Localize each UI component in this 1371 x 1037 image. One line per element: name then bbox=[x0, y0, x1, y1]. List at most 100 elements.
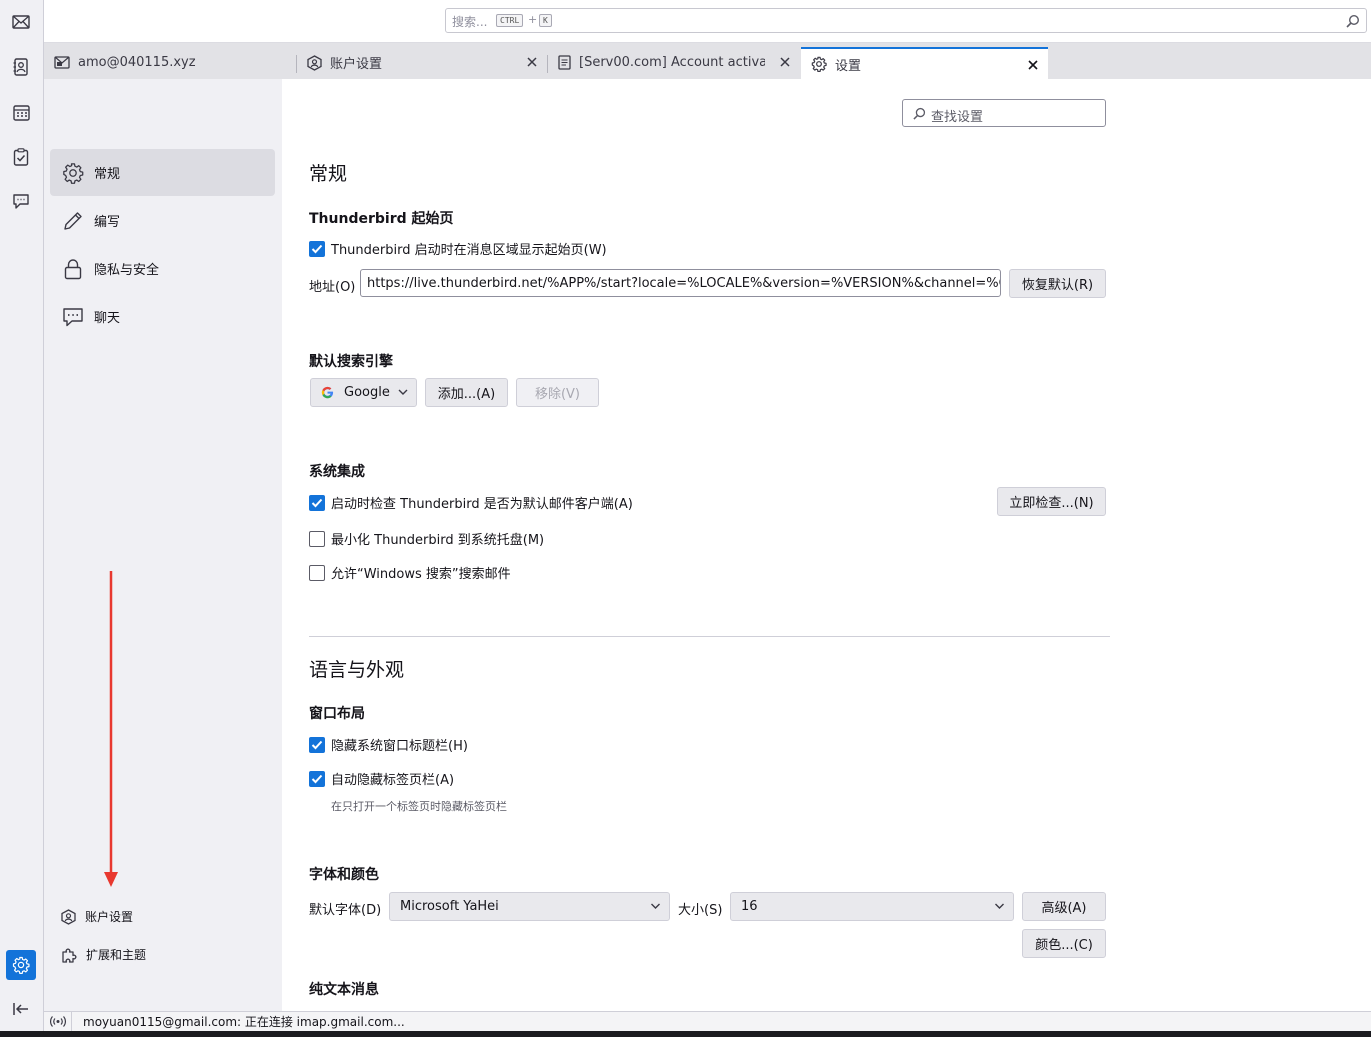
global-search-input[interactable]: 搜索... CTRL + K bbox=[445, 8, 1367, 33]
checkbox-label: Thunderbird 启动时在消息区域显示起始页(W) bbox=[331, 243, 607, 258]
annotation-arrow bbox=[104, 571, 118, 887]
checkbox-label: 自动隐藏标签页栏(A) bbox=[331, 773, 455, 788]
close-icon[interactable] bbox=[1026, 58, 1040, 72]
checkmark-icon bbox=[309, 240, 325, 257]
advanced-fonts-button[interactable]: 高级(A) bbox=[1022, 892, 1106, 921]
search-icon bbox=[913, 107, 926, 120]
account-settings-link[interactable]: 账户设置 bbox=[61, 908, 133, 925]
category-label: 隐私与安全 bbox=[94, 263, 160, 278]
tab-label: [Serv00.com] Account activation bbox=[579, 55, 765, 70]
tab-label: 账户设置 bbox=[330, 57, 383, 72]
shortcut-ctrl-key: CTRL bbox=[496, 14, 524, 27]
shortcut-k-key: K bbox=[539, 14, 552, 27]
autohide-description: 在只打开一个标签页时隐藏标签页栏 bbox=[331, 800, 507, 813]
mail-space-icon[interactable] bbox=[8, 9, 34, 35]
windows-search-checkbox[interactable]: 允许“Windows 搜索”搜索邮件 bbox=[309, 563, 511, 582]
checkbox-label: 最小化 Thunderbird 到系统托盘(M) bbox=[331, 533, 545, 548]
tasks-icon[interactable] bbox=[8, 144, 34, 170]
font-size-label: 大小(S) bbox=[678, 903, 723, 918]
shortcut-plus: + bbox=[528, 13, 538, 26]
default-font-select[interactable]: Microsoft YaHei bbox=[389, 892, 670, 921]
spaces-toolbar bbox=[0, 0, 44, 1031]
tab-account-settings[interactable]: 账户设置 bbox=[297, 46, 547, 79]
collapse-toolbar-icon[interactable] bbox=[8, 996, 34, 1022]
settings-space-icon[interactable] bbox=[6, 950, 36, 980]
autohide-tabbar-checkbox[interactable]: 自动隐藏标签页栏(A) bbox=[309, 769, 454, 788]
account-settings-icon bbox=[307, 54, 322, 71]
checkmark-icon bbox=[309, 736, 325, 753]
search-engine-select[interactable]: Google bbox=[310, 378, 417, 407]
addons-themes-label: 扩展和主题 bbox=[86, 948, 147, 962]
checkmark-icon bbox=[309, 770, 325, 787]
chevron-down-icon bbox=[650, 902, 661, 910]
checkbox-box bbox=[309, 530, 325, 547]
gear-icon bbox=[62, 162, 84, 184]
lock-icon bbox=[62, 258, 84, 280]
startpage-address-input[interactable]: https://live.thunderbird.net/%APP%/start… bbox=[360, 269, 1001, 297]
search-placeholder: 搜索... bbox=[452, 15, 488, 29]
close-icon[interactable] bbox=[778, 55, 792, 69]
gear-icon bbox=[811, 56, 827, 72]
category-label: 编写 bbox=[94, 215, 121, 230]
category-chat[interactable]: 聊天 bbox=[50, 293, 275, 340]
chat-icon bbox=[62, 306, 84, 328]
taskbar-edge bbox=[0, 1031, 1371, 1037]
section-divider bbox=[309, 636, 1110, 637]
tab-mail-folder[interactable]: amo@040115.xyz bbox=[44, 46, 296, 79]
chevron-down-icon bbox=[994, 902, 1005, 910]
settings-category-list: 常规 编写 隐私与安全 聊天 账户设置 扩展和主题 bbox=[44, 79, 282, 1011]
tab-settings[interactable]: 设置 bbox=[801, 47, 1048, 79]
check-default-client-checkbox[interactable]: 启动时检查 Thunderbird 是否为默认邮件客户端(A) bbox=[309, 493, 633, 512]
calendar-icon[interactable] bbox=[8, 99, 34, 125]
addons-themes-link[interactable]: 扩展和主题 bbox=[61, 946, 146, 963]
tab-message[interactable]: [Serv00.com] Account activation bbox=[548, 46, 800, 79]
account-settings-label: 账户设置 bbox=[85, 910, 134, 924]
default-font-label: 默认字体(D) bbox=[309, 903, 382, 918]
category-privacy[interactable]: 隐私与安全 bbox=[50, 245, 275, 292]
chat-space-icon[interactable] bbox=[8, 188, 34, 214]
chevron-down-icon bbox=[398, 388, 408, 396]
close-icon[interactable] bbox=[525, 55, 539, 69]
minimize-tray-checkbox[interactable]: 最小化 Thunderbird 到系统托盘(M) bbox=[309, 529, 544, 548]
checkbox-label: 启动时检查 Thunderbird 是否为默认邮件客户端(A) bbox=[331, 497, 633, 512]
check-now-button[interactable]: 立即检查...(N) bbox=[997, 487, 1106, 516]
search-icon[interactable] bbox=[1346, 14, 1360, 28]
fonts-colors-heading: 字体和颜色 bbox=[309, 867, 379, 883]
status-bar: moyuan0115@gmail.com: 正在连接 imap.gmail.co… bbox=[44, 1011, 1371, 1031]
account-settings-icon bbox=[61, 908, 76, 925]
show-startpage-checkbox[interactable]: Thunderbird 启动时在消息区域显示起始页(W) bbox=[309, 239, 607, 258]
address-book-icon[interactable] bbox=[8, 54, 34, 80]
category-compose[interactable]: 编写 bbox=[50, 197, 275, 244]
general-heading: 常规 bbox=[309, 163, 348, 185]
address-label: 地址(O) bbox=[309, 280, 356, 295]
tab-label: amo@040115.xyz bbox=[78, 55, 196, 70]
colors-button[interactable]: 颜色...(C) bbox=[1022, 929, 1106, 958]
checkbox-label: 隐藏系统窗口标题栏(H) bbox=[331, 739, 468, 754]
font-size-select[interactable]: 16 bbox=[730, 892, 1014, 921]
checkbox-box bbox=[309, 564, 325, 581]
category-general[interactable]: 常规 bbox=[50, 149, 275, 196]
hide-titlebar-checkbox[interactable]: 隐藏系统窗口标题栏(H) bbox=[309, 735, 468, 754]
pencil-icon bbox=[62, 210, 84, 232]
puzzle-icon bbox=[61, 947, 77, 963]
plaintext-heading: 纯文本消息 bbox=[309, 982, 379, 998]
online-status-icon[interactable] bbox=[44, 1012, 72, 1031]
remove-search-engine-button[interactable]: 移除(V) bbox=[516, 378, 599, 407]
window-layout-heading: 窗口布局 bbox=[309, 706, 365, 722]
unified-toolbar: 搜索... CTRL + K bbox=[44, 0, 1371, 43]
language-appearance-heading: 语言与外观 bbox=[309, 659, 405, 681]
google-icon bbox=[321, 386, 334, 399]
tab-bar: amo@040115.xyz 账户设置 [Serv00.com] Account… bbox=[44, 43, 1371, 79]
search-engine-heading: 默认搜索引擎 bbox=[309, 354, 393, 370]
font-size-value: 16 bbox=[741, 899, 758, 914]
checkbox-label: 允许“Windows 搜索”搜索邮件 bbox=[331, 567, 511, 582]
tab-label: 设置 bbox=[835, 58, 862, 74]
category-label: 常规 bbox=[94, 167, 121, 182]
default-font-value: Microsoft YaHei bbox=[400, 899, 499, 914]
status-text: moyuan0115@gmail.com: 正在连接 imap.gmail.co… bbox=[83, 1015, 405, 1029]
add-search-engine-button[interactable]: 添加...(A) bbox=[425, 378, 508, 407]
system-integration-heading: 系统集成 bbox=[309, 464, 365, 480]
find-settings-input[interactable]: 查找设置 bbox=[902, 99, 1106, 127]
restore-default-button[interactable]: 恢复默认(R) bbox=[1009, 269, 1106, 298]
search-engine-value: Google bbox=[344, 385, 390, 400]
